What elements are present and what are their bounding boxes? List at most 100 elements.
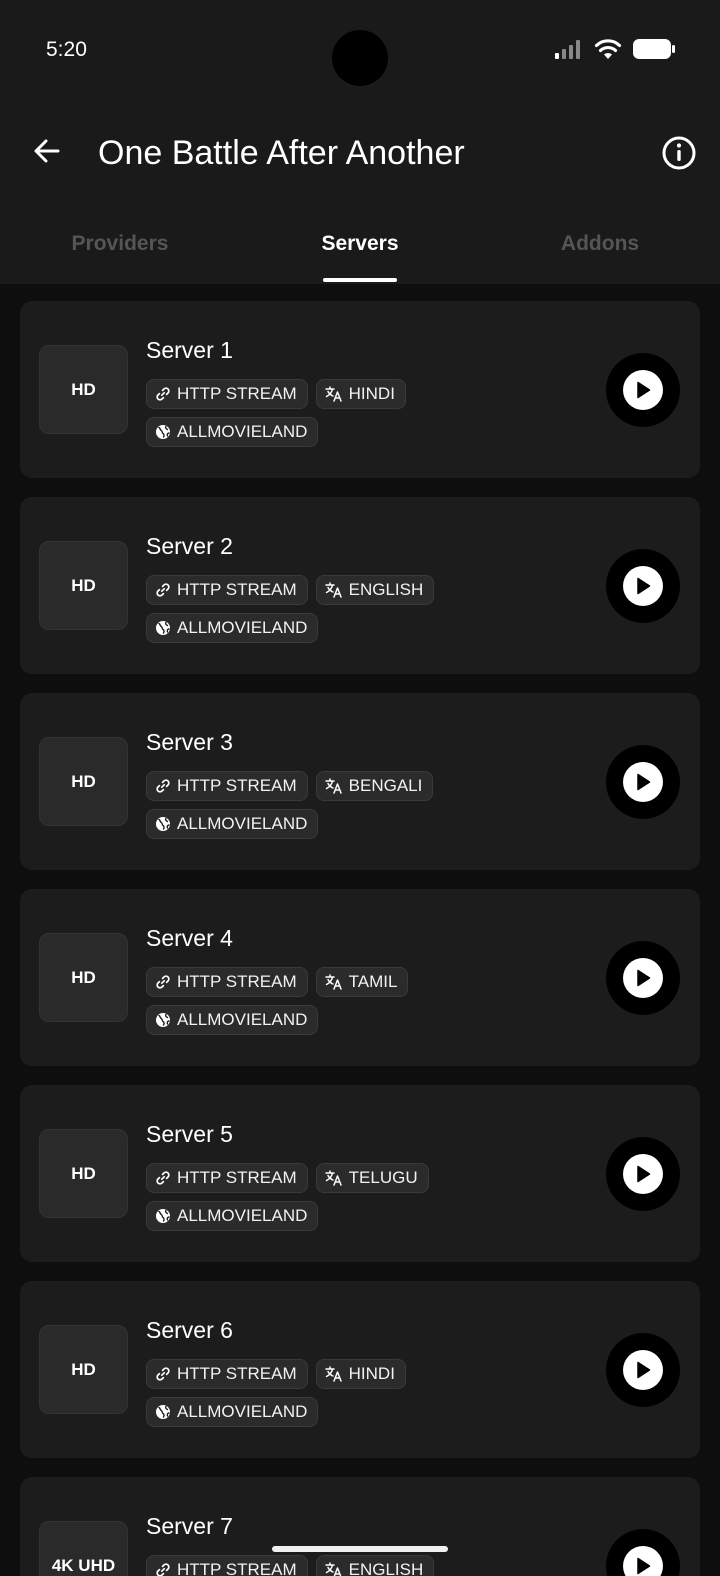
server-name: Server 3 [146, 729, 233, 755]
link-icon [155, 1170, 171, 1186]
source-type-chip: HTTP STREAM [146, 1359, 308, 1389]
source-type-chip: HTTP STREAM [146, 1163, 308, 1193]
quality-badge: 4K UHD [39, 1521, 128, 1576]
provider-chip: ALLMOVIELAND [146, 1397, 319, 1427]
source-type-chip: HTTP STREAM [146, 967, 308, 997]
chip-row: ALLMOVIELAND [146, 1005, 319, 1035]
play-button[interactable] [606, 353, 680, 427]
chip-row: HTTP STREAM TAMIL [146, 967, 409, 997]
quality-badge: HD [39, 933, 128, 1022]
translate-icon [324, 778, 343, 794]
translate-icon [324, 1170, 343, 1186]
translate-icon [324, 974, 343, 990]
link-icon [155, 582, 171, 598]
chip-row: HTTP STREAM ENGLISH [146, 1555, 435, 1576]
chip-row: ALLMOVIELAND [146, 613, 319, 643]
provider-chip: ALLMOVIELAND [146, 1005, 319, 1035]
server-name: Server 2 [146, 533, 233, 559]
language-chip: ENGLISH [315, 575, 435, 605]
play-icon [623, 370, 663, 410]
chip-label: TELUGU [348, 1168, 418, 1187]
server-card[interactable]: HD Server 2 HTTP STREAM ENGLISH ALLMOVIELAND [20, 497, 700, 674]
server-list[interactable]: HD Server 1 HTTP STREAM HINDI ALLMOVIELAND HD… [0, 284, 720, 1576]
provider-chip: ALLMOVIELAND [146, 1201, 319, 1231]
chip-label: HTTP STREAM [177, 580, 297, 599]
chip-label: BENGALI [348, 776, 423, 795]
link-icon [155, 974, 171, 990]
link-icon [155, 1366, 171, 1382]
translate-icon [324, 1366, 343, 1382]
language-chip: BENGALI [315, 771, 434, 801]
chip-label: HTTP STREAM [177, 1364, 297, 1383]
play-icon [623, 1546, 663, 1576]
provider-chip: ALLMOVIELAND [146, 613, 319, 643]
wifi-icon [594, 39, 622, 59]
play-button[interactable] [606, 941, 680, 1015]
signal-icon [555, 40, 580, 59]
link-icon [155, 1562, 171, 1576]
info-button[interactable] [660, 134, 698, 172]
chip-label: ALLMOVIELAND [177, 1206, 308, 1225]
camera-cutout [332, 30, 388, 86]
chip-row: HTTP STREAM ENGLISH [146, 575, 435, 605]
server-card[interactable]: HD Server 5 HTTP STREAM TELUGU ALLMOVIELAND [20, 1085, 700, 1262]
home-indicator[interactable] [272, 1546, 448, 1552]
chip-row: ALLMOVIELAND [146, 809, 319, 839]
info-circle-icon [662, 136, 696, 170]
quality-badge: HD [39, 541, 128, 630]
server-card[interactable]: HD Server 6 HTTP STREAM HINDI ALLMOVIELAND [20, 1281, 700, 1458]
language-chip: TELUGU [315, 1163, 429, 1193]
tab-providers[interactable]: Providers [0, 206, 240, 284]
source-type-chip: HTTP STREAM [146, 575, 308, 605]
chip-row: ALLMOVIELAND [146, 1201, 319, 1231]
status-icons [554, 38, 676, 60]
server-card[interactable]: HD Server 3 HTTP STREAM BENGALI ALLMOVIELAND [20, 693, 700, 870]
globe-icon [155, 620, 171, 636]
chip-label: HTTP STREAM [177, 776, 297, 795]
server-card[interactable]: HD Server 4 HTTP STREAM TAMIL ALLMOVIELAND [20, 889, 700, 1066]
play-button[interactable] [606, 1529, 680, 1576]
play-button[interactable] [606, 549, 680, 623]
play-button[interactable] [606, 1333, 680, 1407]
chip-label: ENGLISH [348, 580, 424, 599]
globe-icon [155, 424, 171, 440]
chip-label: HTTP STREAM [177, 972, 297, 991]
chip-label: ENGLISH [348, 1560, 424, 1576]
chip-row: HTTP STREAM BENGALI [146, 771, 434, 801]
status-time: 5:20 [46, 38, 87, 61]
chip-label: HTTP STREAM [177, 384, 297, 403]
chip-label: ALLMOVIELAND [177, 422, 308, 441]
tab-servers[interactable]: Servers [240, 206, 480, 284]
provider-chip: ALLMOVIELAND [146, 809, 319, 839]
server-card[interactable]: 4K UHDServer 7HTTP STREAMENGLISH4KHDHUB [20, 1477, 700, 1576]
chip-label: ALLMOVIELAND [177, 814, 308, 833]
globe-icon [155, 1208, 171, 1224]
play-button[interactable] [606, 745, 680, 819]
globe-icon [155, 1404, 171, 1420]
server-name: Server 1 [146, 337, 233, 363]
link-icon [155, 386, 171, 402]
server-name: Server 7 [146, 1513, 233, 1539]
tab-addons[interactable]: Addons [480, 206, 720, 284]
back-button[interactable] [26, 130, 68, 172]
chip-label: HTTP STREAM [177, 1560, 297, 1576]
server-card[interactable]: HD Server 1 HTTP STREAM HINDI ALLMOVIELAND [20, 301, 700, 478]
source-type-chip: HTTP STREAM [146, 1555, 308, 1576]
language-chip: TAMIL [315, 967, 409, 997]
server-name: Server 5 [146, 1121, 233, 1147]
translate-icon [324, 386, 343, 402]
play-icon [623, 958, 663, 998]
play-button[interactable] [606, 1137, 680, 1211]
chip-row: HTTP STREAM HINDI [146, 1359, 406, 1389]
play-icon [623, 762, 663, 802]
chip-label: ALLMOVIELAND [177, 618, 308, 637]
chip-label: ALLMOVIELAND [177, 1402, 308, 1421]
translate-icon [324, 582, 343, 598]
source-type-chip: HTTP STREAM [146, 379, 308, 409]
battery-icon [633, 39, 675, 59]
chip-label: ALLMOVIELAND [177, 1010, 308, 1029]
arrow-left-icon [34, 139, 60, 163]
globe-icon [155, 1012, 171, 1028]
link-icon [155, 778, 171, 794]
play-icon [623, 1350, 663, 1390]
